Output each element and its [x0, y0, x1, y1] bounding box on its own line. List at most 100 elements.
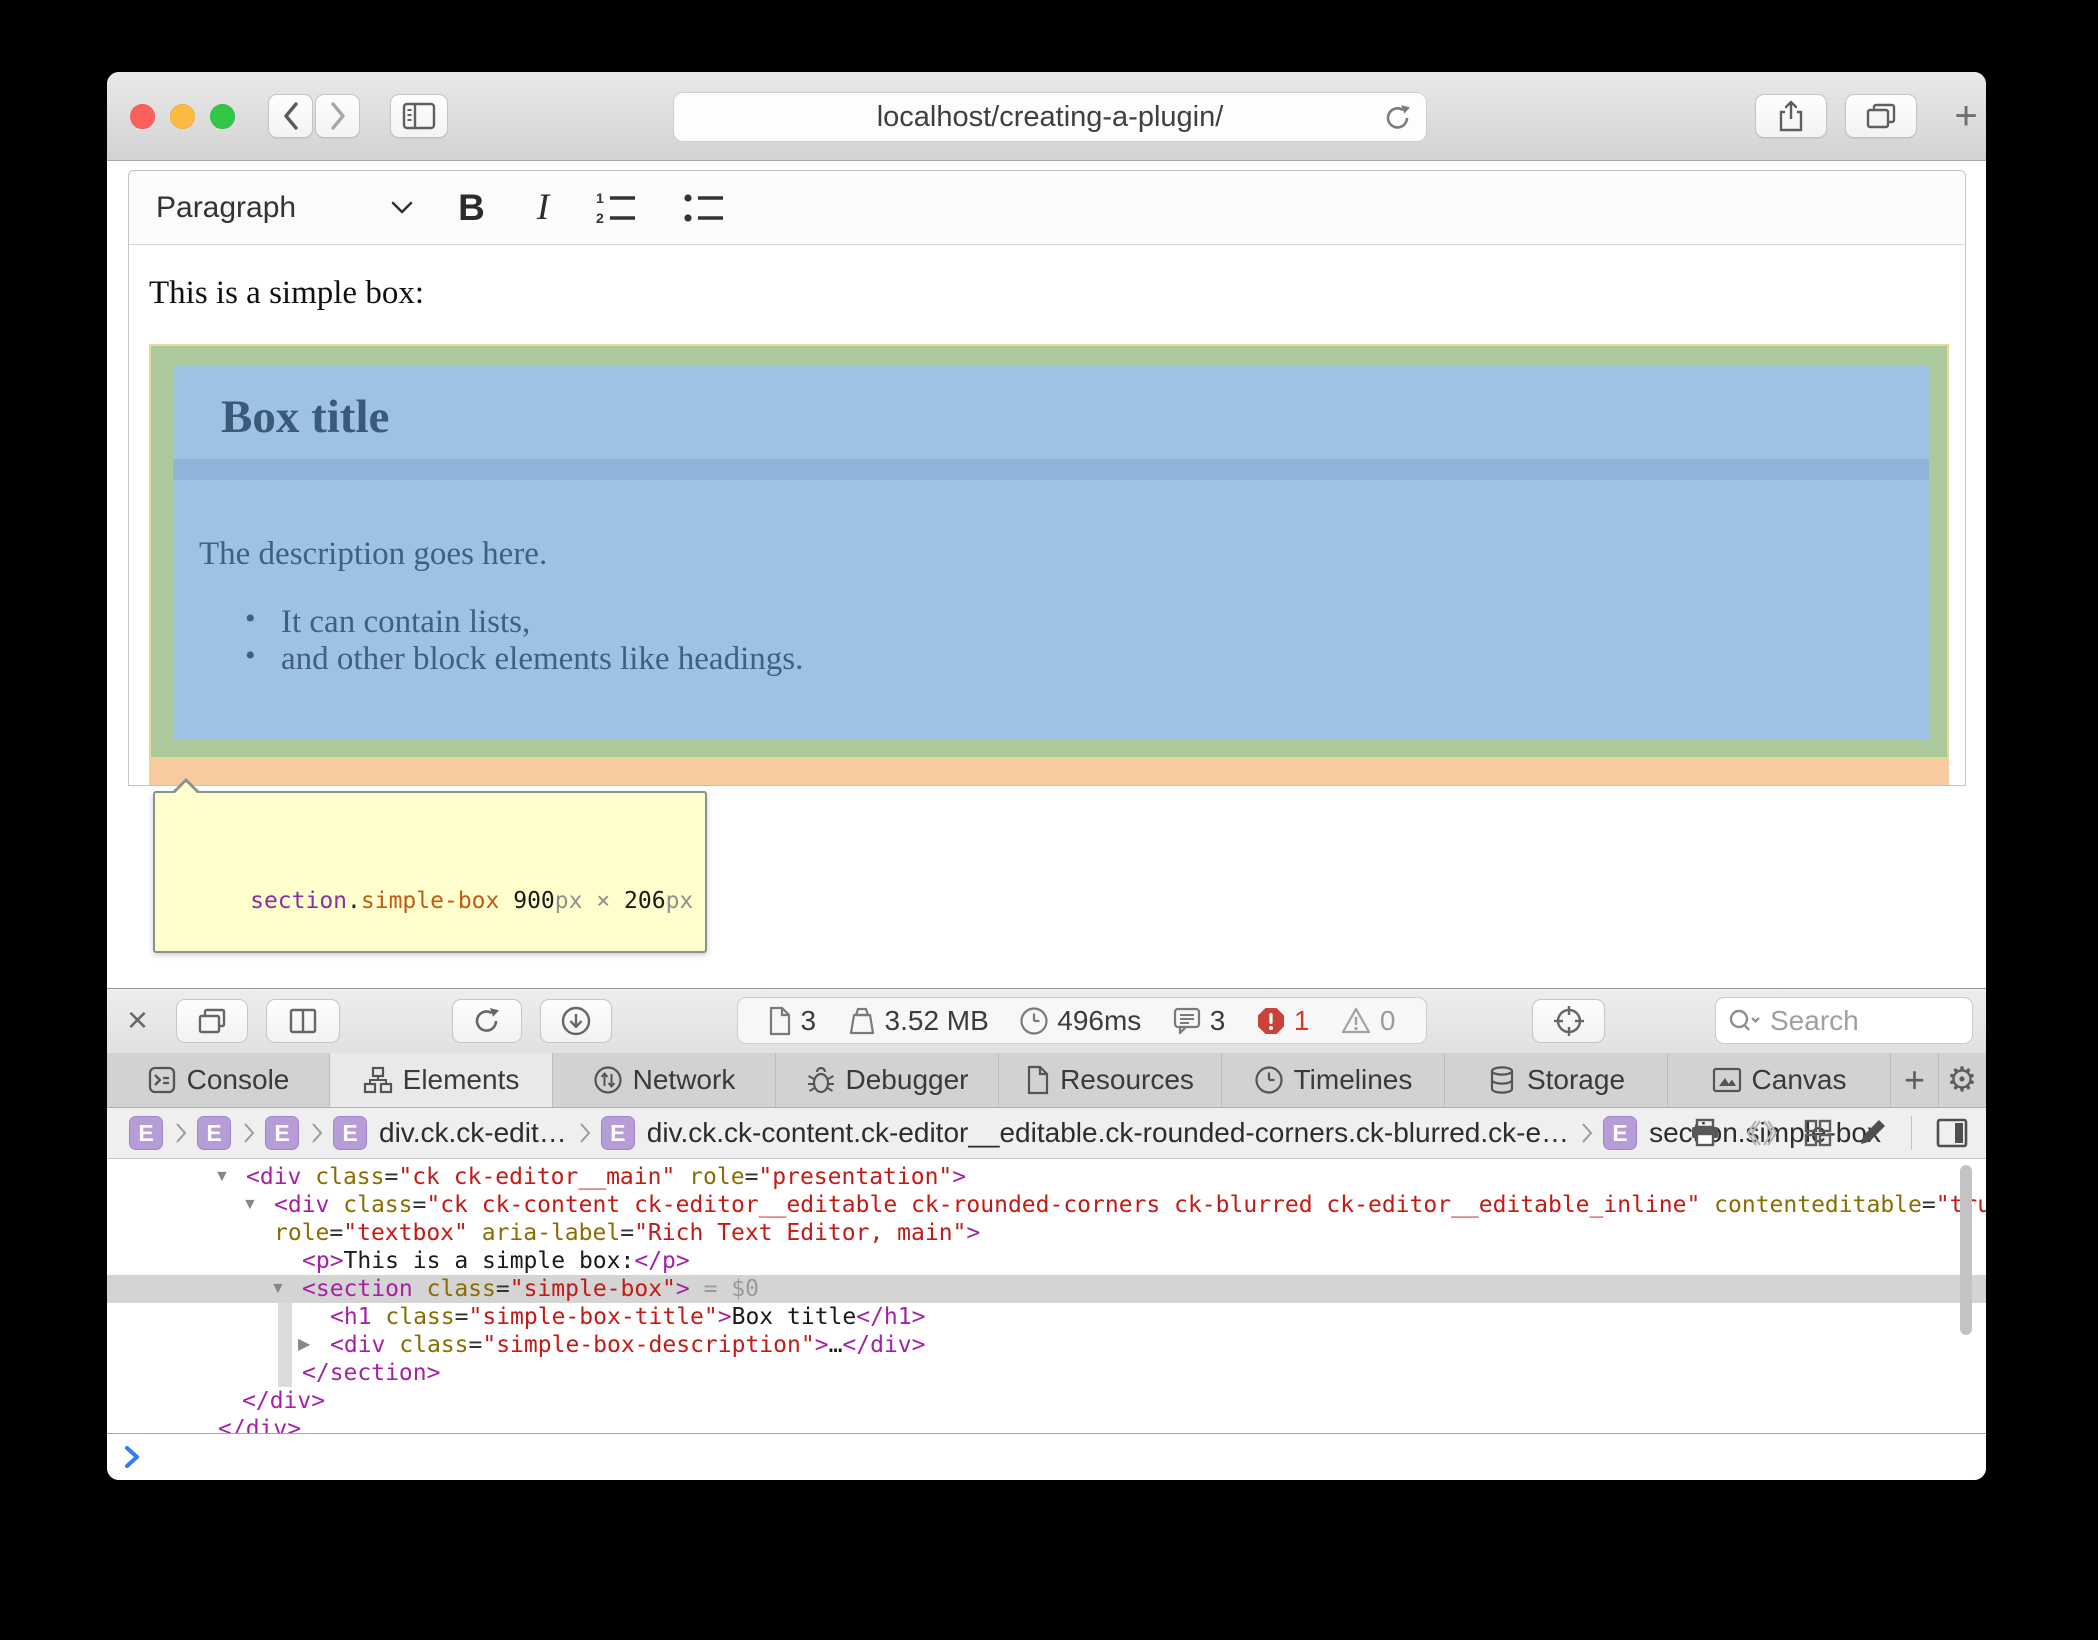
dom-tree-row[interactable]: <p>This is a simple box:</p> [107, 1247, 1986, 1275]
inspector-margin-highlight [149, 759, 1949, 786]
breadcrumb-item[interactable]: E div.ck.ck-content.ck-editor__editable.… [601, 1116, 1569, 1150]
close-devtools-button[interactable]: × [127, 997, 148, 1043]
dom-tree-row[interactable]: ▼<div class="ck ck-content ck-editor__ed… [107, 1191, 1986, 1219]
dom-row-code: <div class="ck ck-content ck-editor__edi… [107, 1191, 1986, 1219]
layout-grid-icon[interactable] [1803, 1118, 1833, 1148]
bullet-icon: • [245, 639, 256, 673]
speech-bubble-icon [1172, 1006, 1202, 1036]
simple-box-description[interactable]: The description goes here. [199, 536, 547, 573]
svg-text:2: 2 [596, 210, 604, 226]
bold-button[interactable]: B [458, 187, 485, 229]
details-sidebar-toggle-icon[interactable] [1936, 1118, 1968, 1148]
tab-debugger[interactable]: Debugger [776, 1053, 999, 1107]
chevron-down-icon[interactable] [391, 201, 413, 214]
show-all-tabs-button[interactable] [1845, 94, 1917, 138]
bullet-icon: • [245, 602, 256, 636]
inspector-padding-highlight: Box title The description goes here. • I… [149, 344, 1949, 759]
tab-storage[interactable]: Storage [1445, 1053, 1668, 1107]
reload-icon[interactable] [1384, 103, 1412, 133]
paragraph-dropdown[interactable]: Paragraph [156, 191, 296, 225]
element-badge-icon: E [333, 1116, 367, 1150]
sidebar-button[interactable] [390, 94, 448, 138]
load-time[interactable]: 496ms [1019, 1005, 1141, 1037]
zoom-window-button[interactable] [210, 104, 235, 129]
print-styles-icon[interactable] [1689, 1118, 1721, 1148]
dom-tree-row-selected[interactable]: ▼<section class="simple-box"> = $0 [107, 1275, 1986, 1303]
safari-window: localhost/creating-a-plugin/ [107, 72, 1986, 1480]
dom-row-code: </div> [107, 1415, 1986, 1433]
element-badge-icon: E [129, 1116, 163, 1150]
document-icon [768, 1006, 792, 1036]
breadcrumb-item[interactable]: E div.ck.ck-edit… [333, 1116, 567, 1150]
forward-button[interactable] [315, 94, 360, 138]
element-picker-button[interactable] [1532, 999, 1605, 1043]
simple-box-title[interactable]: Box title [221, 390, 389, 444]
address-bar[interactable]: localhost/creating-a-plugin/ [673, 92, 1427, 142]
transfer-size[interactable]: 3.52 MB [847, 1005, 989, 1037]
list-item-text: It can contain lists, [281, 604, 530, 640]
reload-icon [472, 1006, 502, 1036]
console-message-count[interactable]: 3 [1172, 1005, 1226, 1037]
tab-elements[interactable]: Elements [330, 1053, 553, 1107]
tab-canvas[interactable]: Canvas [1668, 1053, 1891, 1107]
reload-page-button[interactable] [452, 999, 522, 1043]
dock-to-window-button[interactable] [176, 999, 248, 1043]
dom-tree-row[interactable]: </div> [107, 1415, 1986, 1433]
share-button[interactable] [1755, 94, 1827, 138]
breadcrumb-item[interactable]: E [197, 1116, 231, 1150]
disclosure-open-icon[interactable]: ▼ [270, 1277, 286, 1301]
tooltip-selector-class: simple-box [361, 888, 499, 914]
list-item[interactable]: • It can contain lists, [281, 604, 530, 641]
error-count[interactable]: 1 [1256, 1005, 1310, 1037]
breadcrumb-item[interactable]: E [129, 1116, 163, 1150]
disclosure-closed-icon[interactable]: ▶ [298, 1333, 310, 1357]
dom-tree-row[interactable]: role="textbox" aria-label="Rich Text Edi… [107, 1219, 1986, 1247]
quick-console-bar[interactable] [107, 1433, 1986, 1480]
dock-side-button[interactable] [266, 999, 340, 1043]
dom-tree-row[interactable]: </section> [107, 1359, 1986, 1387]
tab-timelines[interactable]: Timelines [1222, 1053, 1445, 1107]
editor-paragraph[interactable]: This is a simple box: [149, 275, 424, 312]
dom-tree-panel[interactable]: ▼<div class="ck ck-editor__main" role="p… [107, 1159, 1986, 1433]
elements-tree-icon [363, 1066, 393, 1094]
dom-breadcrumb-bar: E E E E div.ck.ck-edit… E div.ck.ck-cont… [107, 1108, 1986, 1159]
editor-editable-area[interactable]: This is a simple box: Box title The desc… [128, 244, 1966, 786]
minimize-window-button[interactable] [170, 104, 195, 129]
disclosure-open-icon[interactable]: ▼ [214, 1165, 230, 1189]
numbered-list-icon[interactable]: 1 2 [595, 190, 637, 226]
dom-tree-row[interactable]: <h1 class="simple-box-title">Box title</… [107, 1303, 1986, 1331]
paint-brush-icon[interactable] [1857, 1118, 1887, 1148]
weight-icon [847, 1006, 877, 1036]
dom-tree-row[interactable]: ▼<div class="ck ck-editor__main" role="p… [107, 1163, 1986, 1191]
gear-icon: ⚙ [1947, 1060, 1977, 1100]
warning-count[interactable]: 0 [1340, 1005, 1396, 1037]
dom-row-code: </section> [107, 1359, 1986, 1387]
back-button[interactable] [268, 94, 313, 138]
tab-resources[interactable]: Resources [999, 1053, 1222, 1107]
breadcrumb-item[interactable]: E [265, 1116, 299, 1150]
download-page-button[interactable] [540, 999, 612, 1043]
dom-indent-guide [278, 1303, 292, 1387]
code-brackets-icon[interactable] [1745, 1118, 1779, 1148]
devtools-settings-button[interactable]: ⚙ [1939, 1053, 1985, 1107]
devtools-search-field[interactable] [1715, 997, 1973, 1044]
inspector-highlight-gap [173, 459, 1929, 480]
new-tab-button[interactable]: + [1945, 94, 1986, 138]
dom-tree-scrollbar[interactable] [1960, 1165, 1972, 1335]
dom-tree-row[interactable]: </div> [107, 1387, 1986, 1415]
dom-tree-rows: ▼<div class="ck ck-editor__main" role="p… [107, 1163, 1986, 1433]
detach-window-icon [197, 1007, 227, 1035]
disclosure-open-icon[interactable]: ▼ [242, 1193, 258, 1217]
dom-row-code: <p>This is a simple box:</p> [107, 1247, 1986, 1275]
close-window-button[interactable] [130, 104, 155, 129]
search-input[interactable] [1768, 1004, 1932, 1038]
tab-console[interactable]: Console [107, 1053, 330, 1107]
list-item[interactable]: • and other block elements like headings… [281, 641, 803, 678]
document-count[interactable]: 3 [768, 1005, 816, 1037]
italic-button[interactable]: I [537, 186, 549, 229]
bulleted-list-icon[interactable] [683, 190, 725, 226]
tab-network[interactable]: Network [553, 1053, 776, 1107]
tooltip-selector-tag: section [250, 888, 347, 914]
dom-tree-row[interactable]: ▶<div class="simple-box-description">…</… [107, 1331, 1986, 1359]
new-tab-plus-button[interactable]: + [1891, 1053, 1939, 1107]
